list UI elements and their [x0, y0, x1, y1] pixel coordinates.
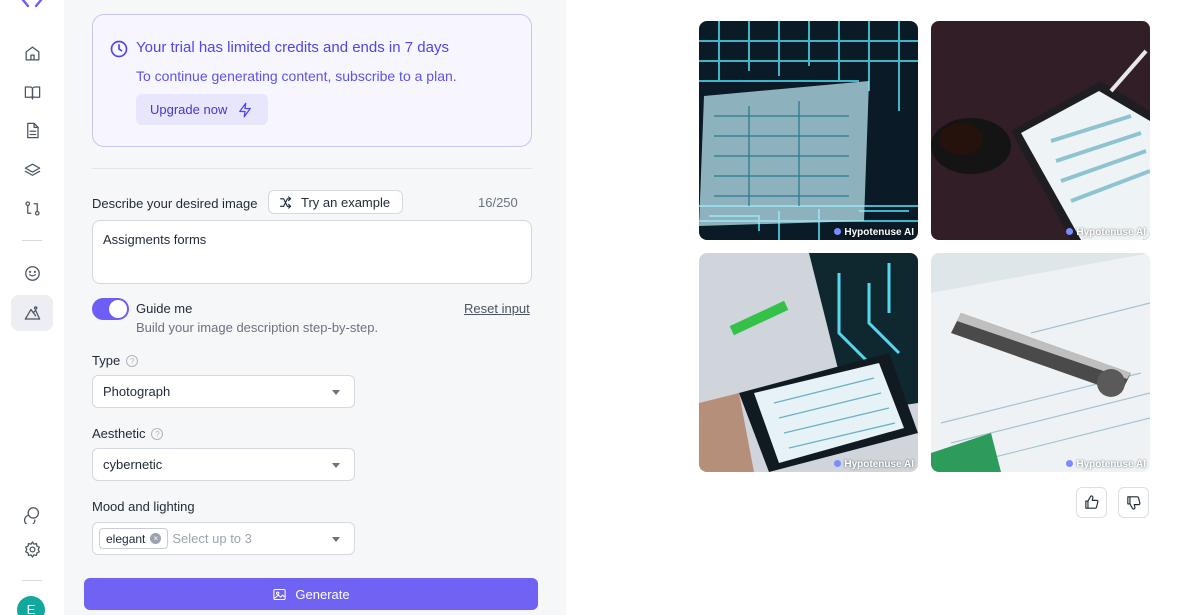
sidebar: E: [0, 0, 64, 615]
thumbs-up-icon: [1085, 495, 1099, 509]
guide-me-toggle[interactable]: [92, 298, 129, 320]
chevron-down-icon: [332, 463, 340, 468]
book-icon[interactable]: [21, 81, 43, 103]
image-description-input[interactable]: Assigments forms: [92, 220, 532, 284]
toggle-knob: [109, 300, 127, 318]
generated-image[interactable]: Hypotenuse AI: [699, 253, 918, 472]
help-icon[interactable]: ?: [126, 355, 139, 367]
image-generator-icon[interactable]: [21, 302, 43, 324]
trial-banner: Your trial has limited credits and ends …: [92, 14, 532, 147]
clock-icon: [110, 40, 128, 58]
upgrade-now-button[interactable]: Upgrade now: [136, 94, 268, 125]
generate-button[interactable]: Generate: [84, 578, 538, 610]
image-generator-panel: Your trial has limited credits and ends …: [64, 0, 566, 615]
aesthetic-select[interactable]: cybernetic: [92, 448, 355, 481]
shuffle-icon: [279, 195, 292, 209]
type-select[interactable]: Photograph: [92, 375, 355, 408]
lightning-icon: [239, 102, 252, 117]
image-icon: [273, 588, 287, 600]
circuit-tablet-illustration: [699, 21, 918, 240]
trial-subtitle: To continue generating content, subscrib…: [136, 68, 457, 84]
upgrade-now-label: Upgrade now: [150, 102, 228, 117]
try-an-example-button[interactable]: Try an example: [268, 190, 403, 214]
help-icon[interactable]: ?: [151, 428, 164, 440]
avatar[interactable]: E: [17, 596, 45, 615]
character-counter: 16/250: [478, 195, 518, 210]
watermark: Hypotenuse AI: [1066, 459, 1146, 470]
document-icon[interactable]: [21, 119, 43, 141]
pen-on-forms-illustration: [931, 253, 1150, 472]
mood-lighting-label: Mood and lighting: [92, 499, 195, 514]
trial-title: Your trial has limited credits and ends …: [136, 39, 449, 56]
chevron-down-icon: [332, 537, 340, 542]
generated-image[interactable]: Hypotenuse AI: [699, 21, 918, 240]
guide-me-title: Guide me: [136, 301, 193, 316]
logo-icon: [21, 0, 43, 8]
thumbs-up-button[interactable]: [1076, 487, 1107, 518]
thumbs-down-button[interactable]: [1118, 487, 1149, 518]
coffee-and-form-illustration: [931, 21, 1150, 240]
type-label: Type?: [92, 353, 139, 368]
chat-bot-icon[interactable]: [21, 262, 43, 284]
generated-image[interactable]: Hypotenuse AI: [931, 253, 1150, 472]
generate-label: Generate: [295, 586, 350, 602]
chevron-down-icon: [332, 390, 340, 395]
aesthetic-select-value: cybernetic: [103, 457, 163, 472]
watermark: Hypotenuse AI: [834, 227, 914, 238]
try-an-example-label: Try an example: [301, 194, 391, 210]
home-icon[interactable]: [21, 42, 43, 64]
workflow-icon[interactable]: [21, 197, 43, 219]
prompt-label: Describe your desired image: [92, 196, 258, 211]
thumbs-down-icon: [1127, 496, 1141, 510]
mood-placeholder: Select up to 3: [172, 531, 252, 546]
sidebar-divider: [22, 240, 42, 241]
watermark: Hypotenuse AI: [1066, 227, 1146, 238]
settings-icon[interactable]: [21, 538, 43, 560]
aesthetic-label-text: Aesthetic: [92, 426, 146, 441]
guide-me-subtitle: Build your image description step-by-ste…: [136, 320, 379, 335]
type-label-text: Type: [92, 353, 121, 368]
mood-lighting-select[interactable]: elegant × Select up to 3: [92, 522, 355, 555]
integrations-icon[interactable]: [21, 503, 43, 525]
aesthetic-label: Aesthetic?: [92, 426, 164, 441]
selected-chip[interactable]: elegant ×: [99, 528, 169, 549]
remove-chip-icon[interactable]: ×: [150, 533, 162, 544]
section-divider: [92, 168, 532, 169]
generated-image[interactable]: Hypotenuse AI: [931, 21, 1150, 240]
chip-label: elegant: [106, 531, 146, 546]
reset-input-link[interactable]: Reset input: [464, 301, 530, 316]
hand-tablet-illustration: [699, 253, 918, 472]
watermark: Hypotenuse AI: [834, 459, 914, 470]
layers-icon[interactable]: [21, 159, 43, 181]
sidebar-divider: [22, 580, 42, 581]
type-select-value: Photograph: [103, 384, 171, 399]
